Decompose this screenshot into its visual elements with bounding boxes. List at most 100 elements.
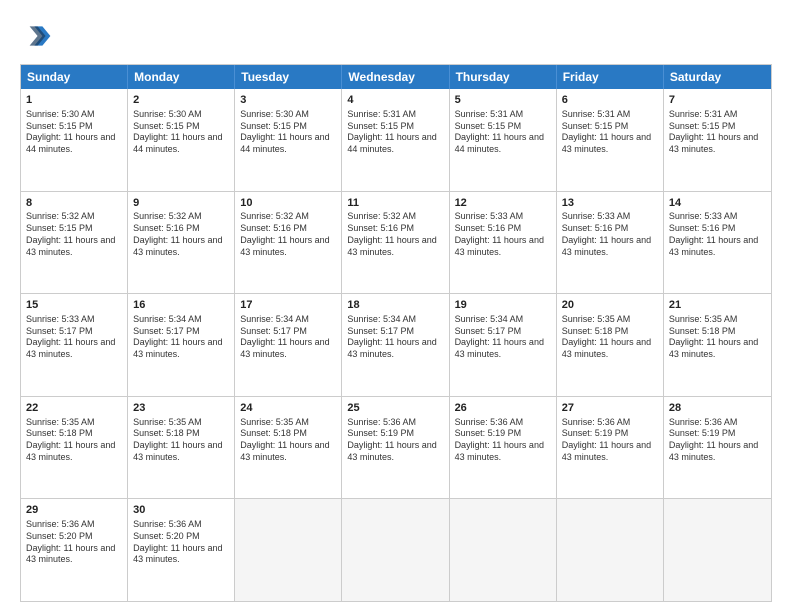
cell-info: Sunrise: 5:32 AM Sunset: 5:16 PM Dayligh… bbox=[133, 211, 229, 258]
day-number: 1 bbox=[26, 93, 122, 108]
calendar-cell bbox=[342, 499, 449, 601]
cell-info: Sunrise: 5:36 AM Sunset: 5:19 PM Dayligh… bbox=[669, 417, 766, 464]
calendar-cell: 24 Sunrise: 5:35 AM Sunset: 5:18 PM Dayl… bbox=[235, 397, 342, 499]
cell-info: Sunrise: 5:33 AM Sunset: 5:16 PM Dayligh… bbox=[562, 211, 658, 258]
calendar-cell: 3 Sunrise: 5:30 AM Sunset: 5:15 PM Dayli… bbox=[235, 89, 342, 191]
day-number: 30 bbox=[133, 503, 229, 518]
calendar-cell: 16 Sunrise: 5:34 AM Sunset: 5:17 PM Dayl… bbox=[128, 294, 235, 396]
header-day-tuesday: Tuesday bbox=[235, 65, 342, 89]
cell-info: Sunrise: 5:34 AM Sunset: 5:17 PM Dayligh… bbox=[455, 314, 551, 361]
day-number: 6 bbox=[562, 93, 658, 108]
calendar-row-2: 15 Sunrise: 5:33 AM Sunset: 5:17 PM Dayl… bbox=[21, 293, 771, 396]
calendar-row-4: 29 Sunrise: 5:36 AM Sunset: 5:20 PM Dayl… bbox=[21, 498, 771, 601]
cell-info: Sunrise: 5:33 AM Sunset: 5:16 PM Dayligh… bbox=[669, 211, 766, 258]
day-number: 13 bbox=[562, 196, 658, 211]
calendar-cell: 12 Sunrise: 5:33 AM Sunset: 5:16 PM Dayl… bbox=[450, 192, 557, 294]
calendar-cell: 26 Sunrise: 5:36 AM Sunset: 5:19 PM Dayl… bbox=[450, 397, 557, 499]
cell-info: Sunrise: 5:36 AM Sunset: 5:19 PM Dayligh… bbox=[347, 417, 443, 464]
calendar-cell: 11 Sunrise: 5:32 AM Sunset: 5:16 PM Dayl… bbox=[342, 192, 449, 294]
cell-info: Sunrise: 5:31 AM Sunset: 5:15 PM Dayligh… bbox=[455, 109, 551, 156]
calendar-cell: 5 Sunrise: 5:31 AM Sunset: 5:15 PM Dayli… bbox=[450, 89, 557, 191]
calendar-cell: 22 Sunrise: 5:35 AM Sunset: 5:18 PM Dayl… bbox=[21, 397, 128, 499]
header-day-wednesday: Wednesday bbox=[342, 65, 449, 89]
day-number: 2 bbox=[133, 93, 229, 108]
calendar-header: SundayMondayTuesdayWednesdayThursdayFrid… bbox=[21, 65, 771, 89]
calendar: SundayMondayTuesdayWednesdayThursdayFrid… bbox=[20, 64, 772, 602]
day-number: 5 bbox=[455, 93, 551, 108]
day-number: 11 bbox=[347, 196, 443, 211]
day-number: 20 bbox=[562, 298, 658, 313]
calendar-row-3: 22 Sunrise: 5:35 AM Sunset: 5:18 PM Dayl… bbox=[21, 396, 771, 499]
cell-info: Sunrise: 5:36 AM Sunset: 5:20 PM Dayligh… bbox=[133, 519, 229, 566]
cell-info: Sunrise: 5:34 AM Sunset: 5:17 PM Dayligh… bbox=[133, 314, 229, 361]
calendar-cell bbox=[450, 499, 557, 601]
day-number: 3 bbox=[240, 93, 336, 108]
day-number: 7 bbox=[669, 93, 766, 108]
cell-info: Sunrise: 5:32 AM Sunset: 5:15 PM Dayligh… bbox=[26, 211, 122, 258]
day-number: 10 bbox=[240, 196, 336, 211]
cell-info: Sunrise: 5:35 AM Sunset: 5:18 PM Dayligh… bbox=[133, 417, 229, 464]
cell-info: Sunrise: 5:35 AM Sunset: 5:18 PM Dayligh… bbox=[26, 417, 122, 464]
cell-info: Sunrise: 5:31 AM Sunset: 5:15 PM Dayligh… bbox=[562, 109, 658, 156]
calendar-cell: 8 Sunrise: 5:32 AM Sunset: 5:15 PM Dayli… bbox=[21, 192, 128, 294]
cell-info: Sunrise: 5:31 AM Sunset: 5:15 PM Dayligh… bbox=[669, 109, 766, 156]
cell-info: Sunrise: 5:34 AM Sunset: 5:17 PM Dayligh… bbox=[240, 314, 336, 361]
day-number: 12 bbox=[455, 196, 551, 211]
calendar-body: 1 Sunrise: 5:30 AM Sunset: 5:15 PM Dayli… bbox=[21, 89, 771, 601]
header-day-saturday: Saturday bbox=[664, 65, 771, 89]
cell-info: Sunrise: 5:36 AM Sunset: 5:20 PM Dayligh… bbox=[26, 519, 122, 566]
cell-info: Sunrise: 5:34 AM Sunset: 5:17 PM Dayligh… bbox=[347, 314, 443, 361]
calendar-cell: 15 Sunrise: 5:33 AM Sunset: 5:17 PM Dayl… bbox=[21, 294, 128, 396]
cell-info: Sunrise: 5:33 AM Sunset: 5:17 PM Dayligh… bbox=[26, 314, 122, 361]
day-number: 18 bbox=[347, 298, 443, 313]
cell-info: Sunrise: 5:33 AM Sunset: 5:16 PM Dayligh… bbox=[455, 211, 551, 258]
calendar-cell: 29 Sunrise: 5:36 AM Sunset: 5:20 PM Dayl… bbox=[21, 499, 128, 601]
day-number: 22 bbox=[26, 401, 122, 416]
day-number: 28 bbox=[669, 401, 766, 416]
cell-info: Sunrise: 5:35 AM Sunset: 5:18 PM Dayligh… bbox=[669, 314, 766, 361]
calendar-cell: 14 Sunrise: 5:33 AM Sunset: 5:16 PM Dayl… bbox=[664, 192, 771, 294]
calendar-cell: 17 Sunrise: 5:34 AM Sunset: 5:17 PM Dayl… bbox=[235, 294, 342, 396]
cell-info: Sunrise: 5:30 AM Sunset: 5:15 PM Dayligh… bbox=[26, 109, 122, 156]
header bbox=[20, 20, 772, 52]
calendar-cell: 13 Sunrise: 5:33 AM Sunset: 5:16 PM Dayl… bbox=[557, 192, 664, 294]
calendar-cell: 23 Sunrise: 5:35 AM Sunset: 5:18 PM Dayl… bbox=[128, 397, 235, 499]
cell-info: Sunrise: 5:35 AM Sunset: 5:18 PM Dayligh… bbox=[240, 417, 336, 464]
header-day-thursday: Thursday bbox=[450, 65, 557, 89]
cell-info: Sunrise: 5:32 AM Sunset: 5:16 PM Dayligh… bbox=[347, 211, 443, 258]
calendar-cell bbox=[664, 499, 771, 601]
day-number: 29 bbox=[26, 503, 122, 518]
header-day-monday: Monday bbox=[128, 65, 235, 89]
day-number: 25 bbox=[347, 401, 443, 416]
cell-info: Sunrise: 5:30 AM Sunset: 5:15 PM Dayligh… bbox=[133, 109, 229, 156]
cell-info: Sunrise: 5:36 AM Sunset: 5:19 PM Dayligh… bbox=[455, 417, 551, 464]
calendar-cell: 6 Sunrise: 5:31 AM Sunset: 5:15 PM Dayli… bbox=[557, 89, 664, 191]
calendar-cell: 28 Sunrise: 5:36 AM Sunset: 5:19 PM Dayl… bbox=[664, 397, 771, 499]
logo bbox=[20, 20, 54, 52]
calendar-cell: 27 Sunrise: 5:36 AM Sunset: 5:19 PM Dayl… bbox=[557, 397, 664, 499]
day-number: 26 bbox=[455, 401, 551, 416]
day-number: 15 bbox=[26, 298, 122, 313]
calendar-cell bbox=[557, 499, 664, 601]
calendar-cell: 25 Sunrise: 5:36 AM Sunset: 5:19 PM Dayl… bbox=[342, 397, 449, 499]
logo-icon bbox=[20, 20, 52, 52]
calendar-cell: 30 Sunrise: 5:36 AM Sunset: 5:20 PM Dayl… bbox=[128, 499, 235, 601]
calendar-cell: 1 Sunrise: 5:30 AM Sunset: 5:15 PM Dayli… bbox=[21, 89, 128, 191]
calendar-row-1: 8 Sunrise: 5:32 AM Sunset: 5:15 PM Dayli… bbox=[21, 191, 771, 294]
calendar-cell: 7 Sunrise: 5:31 AM Sunset: 5:15 PM Dayli… bbox=[664, 89, 771, 191]
day-number: 8 bbox=[26, 196, 122, 211]
cell-info: Sunrise: 5:30 AM Sunset: 5:15 PM Dayligh… bbox=[240, 109, 336, 156]
day-number: 24 bbox=[240, 401, 336, 416]
cell-info: Sunrise: 5:32 AM Sunset: 5:16 PM Dayligh… bbox=[240, 211, 336, 258]
header-day-sunday: Sunday bbox=[21, 65, 128, 89]
calendar-cell: 21 Sunrise: 5:35 AM Sunset: 5:18 PM Dayl… bbox=[664, 294, 771, 396]
day-number: 16 bbox=[133, 298, 229, 313]
calendar-cell: 19 Sunrise: 5:34 AM Sunset: 5:17 PM Dayl… bbox=[450, 294, 557, 396]
cell-info: Sunrise: 5:31 AM Sunset: 5:15 PM Dayligh… bbox=[347, 109, 443, 156]
calendar-cell: 10 Sunrise: 5:32 AM Sunset: 5:16 PM Dayl… bbox=[235, 192, 342, 294]
day-number: 23 bbox=[133, 401, 229, 416]
calendar-cell bbox=[235, 499, 342, 601]
day-number: 9 bbox=[133, 196, 229, 211]
page: SundayMondayTuesdayWednesdayThursdayFrid… bbox=[0, 0, 792, 612]
day-number: 19 bbox=[455, 298, 551, 313]
